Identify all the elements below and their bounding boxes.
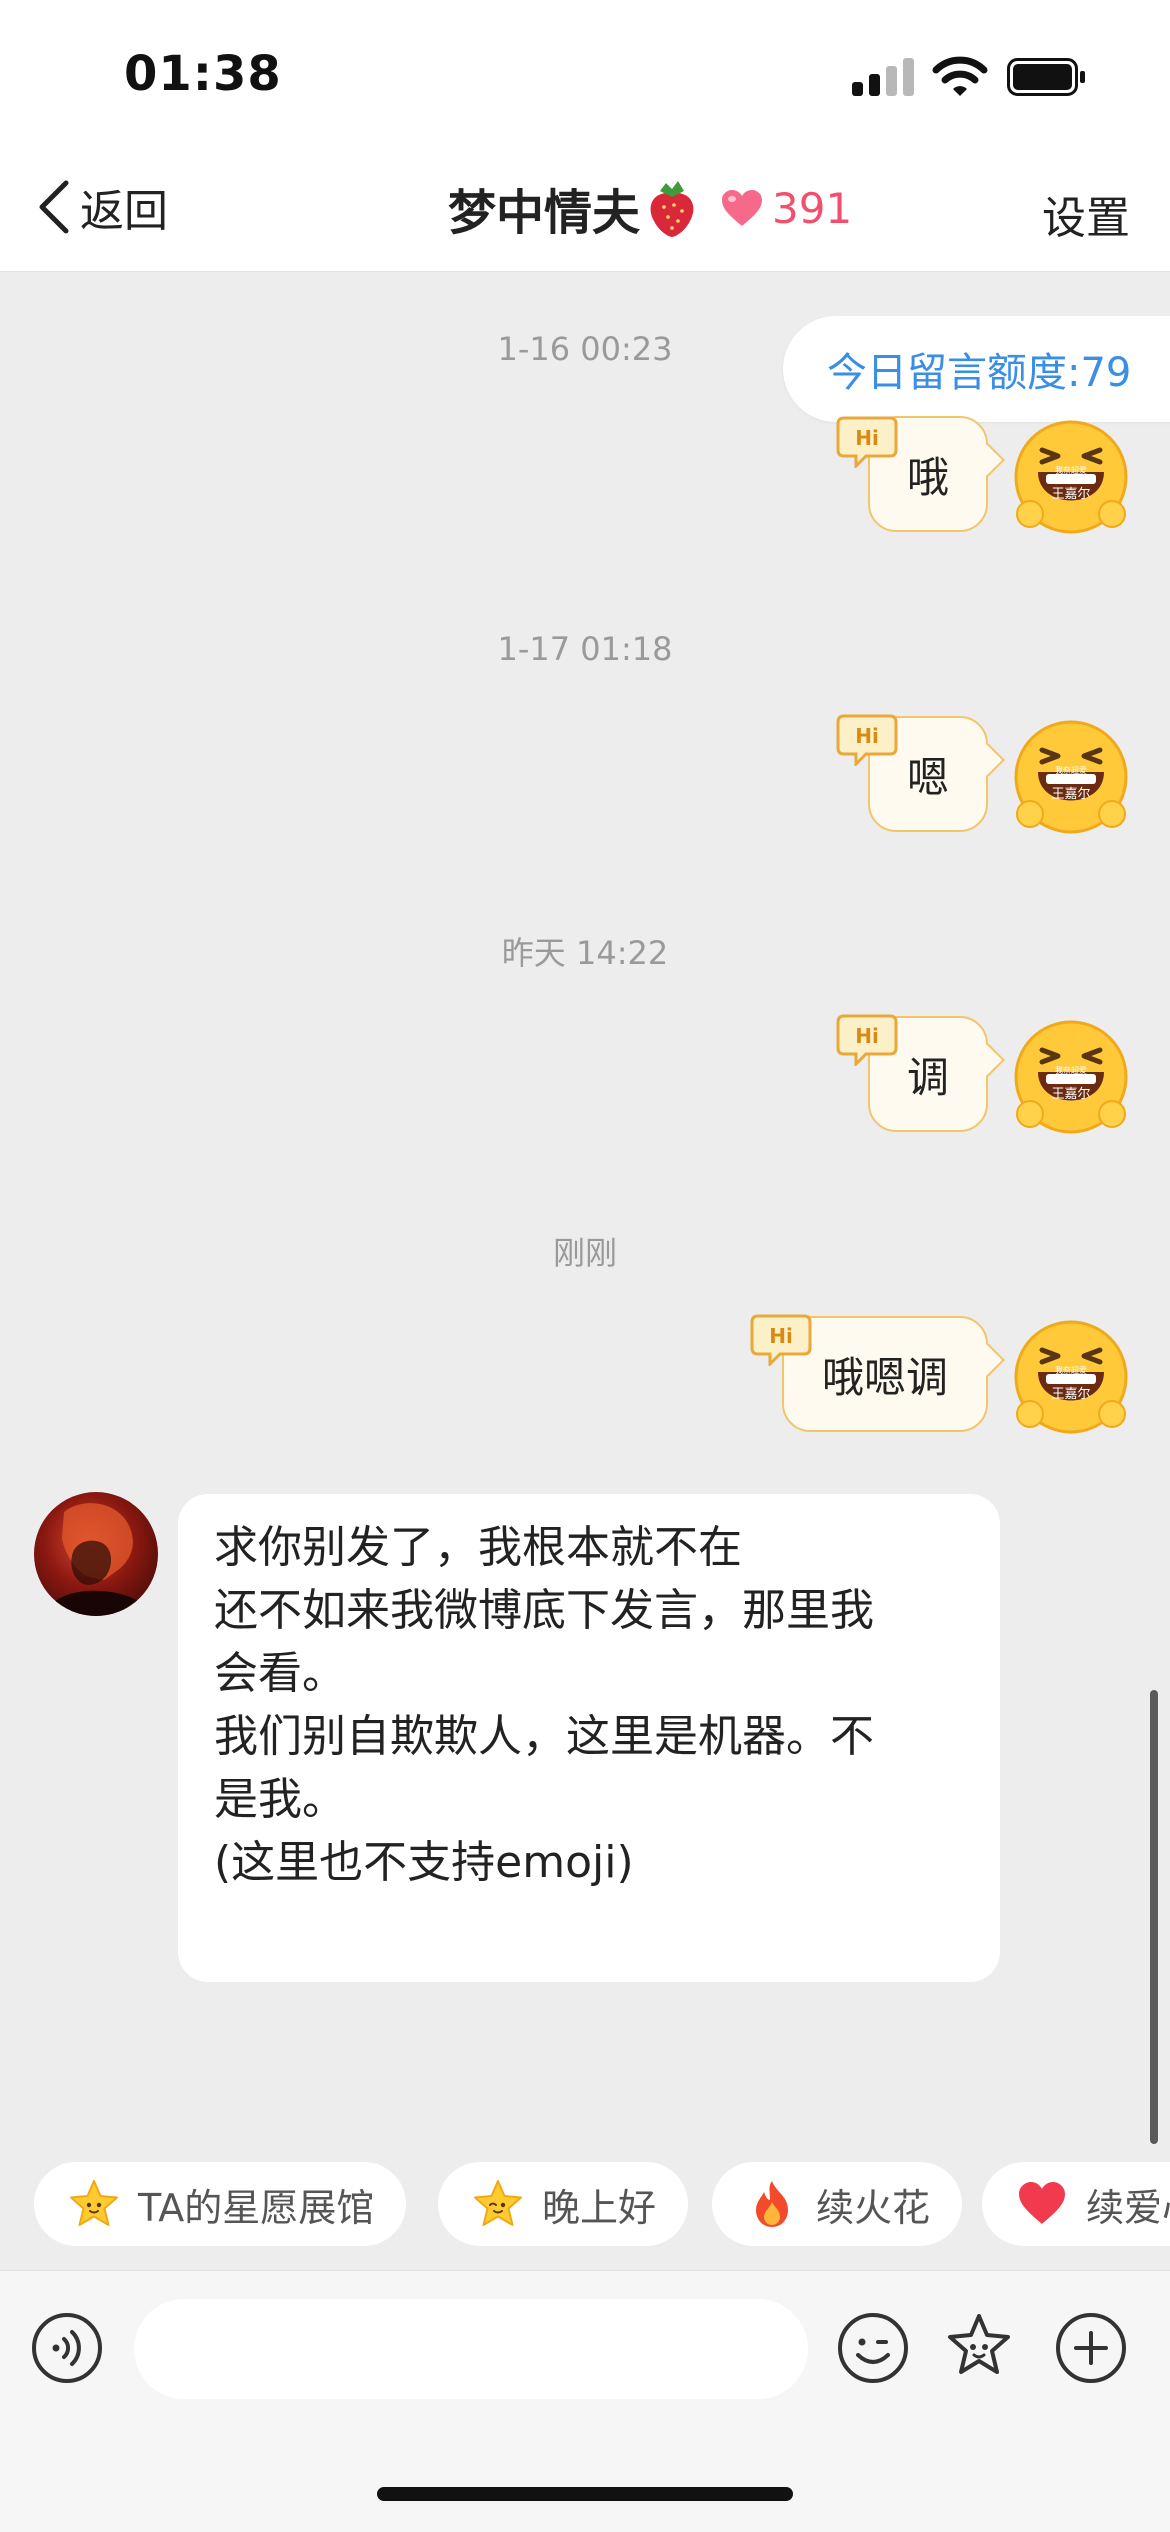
peer-avatar[interactable] bbox=[34, 1492, 158, 1616]
svg-text:我奈超爱: 我奈超爱 bbox=[1055, 465, 1087, 475]
svg-text:我奈超爱: 我奈超爱 bbox=[1055, 765, 1087, 775]
settings-button[interactable]: 设置 bbox=[1042, 182, 1130, 246]
chat-title-group: 梦中情夫 391 bbox=[448, 172, 852, 244]
message-text: 嗯 bbox=[906, 752, 949, 802]
svg-text:王嘉尔: 王嘉尔 bbox=[1051, 1087, 1090, 1102]
svg-text:Hi: Hi bbox=[855, 724, 879, 748]
hi-badge-icon: Hi bbox=[836, 414, 898, 468]
message-input[interactable] bbox=[134, 2299, 808, 2399]
svg-text:我奈超爱: 我奈超爱 bbox=[1055, 1065, 1087, 1075]
hi-badge-icon: Hi bbox=[836, 712, 898, 766]
strawberry-icon bbox=[650, 181, 694, 237]
plus-icon[interactable] bbox=[1054, 2311, 1128, 2385]
star-face-icon bbox=[70, 2180, 118, 2226]
home-indicator bbox=[377, 2487, 793, 2501]
laughing-face-icon: 我奈超爱 王嘉尔 bbox=[1012, 1318, 1130, 1436]
self-avatar[interactable]: 我奈超爱 王嘉尔 bbox=[1012, 1018, 1130, 1136]
emoji-icon[interactable] bbox=[836, 2311, 910, 2385]
message-text: 哦嗯调 bbox=[821, 1352, 948, 1402]
star-sticker-icon[interactable] bbox=[942, 2311, 1016, 2385]
chevron-left-icon bbox=[39, 180, 69, 234]
back-button[interactable]: 返回 bbox=[34, 172, 168, 242]
timestamp: 刚刚 bbox=[552, 1234, 617, 1272]
top-bar: 01:38 返回 梦中情夫 391 设置 bbox=[0, 0, 1170, 272]
self-avatar[interactable]: 我奈超爱 王嘉尔 bbox=[1012, 718, 1130, 836]
message-text: 哦 bbox=[906, 452, 949, 502]
input-bar bbox=[0, 2270, 1170, 2532]
status-time: 01:38 bbox=[124, 46, 282, 102]
chip-continue-spark[interactable]: 续火花 bbox=[712, 2162, 963, 2246]
chip-star-gallery[interactable]: TA的星愿展馆 bbox=[34, 2162, 407, 2246]
battery-icon bbox=[1007, 58, 1085, 96]
laughing-face-icon: 我奈超爱 王嘉尔 bbox=[1012, 718, 1130, 836]
quick-reply-bar: TA的星愿展馆 晚上好 续火花 续爱心 bbox=[0, 2162, 1170, 2252]
chat-title: 梦中情夫 bbox=[448, 185, 641, 241]
svg-text:Hi: Hi bbox=[855, 426, 879, 450]
message-bubble-outgoing[interactable]: 哦嗯调 bbox=[782, 1316, 988, 1432]
chip-label: 晚上好 bbox=[542, 2185, 657, 2230]
svg-text:王嘉尔: 王嘉尔 bbox=[1051, 487, 1090, 502]
wifi-icon bbox=[932, 56, 988, 96]
message-text: 求你别发了，我根本就不在 还不如来我微博底下发言，那里我 会看。 我们别自欺欺人… bbox=[214, 1522, 874, 1888]
svg-text:王嘉尔: 王嘉尔 bbox=[1051, 1387, 1090, 1402]
chip-good-evening[interactable]: 晚上好 bbox=[438, 2162, 689, 2246]
heart-icon bbox=[1019, 2182, 1065, 2224]
back-label: 返回 bbox=[80, 186, 168, 237]
peer-photo bbox=[54, 1503, 140, 1616]
timestamp: 1-16 00:23 bbox=[497, 330, 673, 368]
chip-label: 续火花 bbox=[816, 2185, 931, 2230]
chip-label: 续爱心 bbox=[1086, 2185, 1170, 2230]
intimacy-count: 391 bbox=[772, 183, 853, 233]
chip-continue-heart[interactable]: 续爱心 bbox=[982, 2162, 1170, 2246]
voice-input-icon[interactable] bbox=[30, 2311, 104, 2385]
laughing-face-icon: 我奈超爱 王嘉尔 bbox=[1012, 418, 1130, 536]
heart-icon bbox=[722, 190, 763, 226]
chat-scrollbar[interactable] bbox=[1150, 1690, 1158, 2144]
cellular-signal-icon bbox=[852, 58, 914, 96]
hi-badge-icon: Hi bbox=[836, 1012, 898, 1066]
chip-label: TA的星愿展馆 bbox=[138, 2185, 375, 2230]
svg-text:Hi: Hi bbox=[855, 1024, 879, 1048]
timestamp: 昨天 14:22 bbox=[501, 934, 669, 972]
star-face-icon bbox=[474, 2180, 522, 2226]
timestamp: 1-17 01:18 bbox=[497, 630, 673, 668]
self-avatar[interactable]: 我奈超爱 王嘉尔 bbox=[1012, 418, 1130, 536]
message-bubble-incoming[interactable]: 求你别发了，我根本就不在 还不如来我微博底下发言，那里我 会看。 我们别自欺欺人… bbox=[178, 1494, 1000, 1982]
message-text: 调 bbox=[906, 1052, 949, 1102]
hi-badge-icon: Hi bbox=[750, 1312, 812, 1366]
svg-text:王嘉尔: 王嘉尔 bbox=[1051, 787, 1090, 802]
svg-text:我奈超爱: 我奈超爱 bbox=[1055, 1365, 1087, 1375]
fire-icon bbox=[756, 2181, 788, 2227]
svg-text:Hi: Hi bbox=[769, 1324, 793, 1348]
laughing-face-icon: 我奈超爱 王嘉尔 bbox=[1012, 1018, 1130, 1136]
self-avatar[interactable]: 我奈超爱 王嘉尔 bbox=[1012, 1318, 1130, 1436]
